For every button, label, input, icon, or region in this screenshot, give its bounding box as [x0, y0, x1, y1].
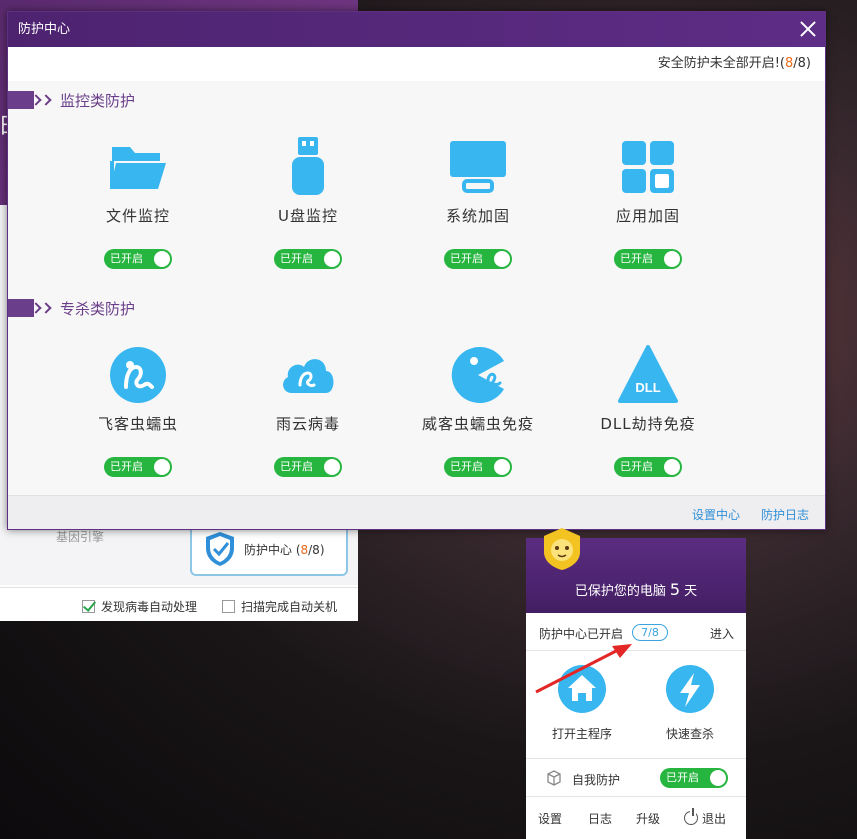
lightning-icon	[666, 665, 714, 713]
mini-bottom-bar: 设置 日志 升级 退出	[526, 797, 746, 837]
dialog-footer: 设置中心 防护日志	[8, 495, 825, 529]
toggle-label: 已开启	[110, 460, 143, 473]
protection-card-system-hardening: 系统加固 已开启	[398, 121, 558, 281]
auto-handle-checkbox[interactable]	[82, 600, 95, 613]
protection-toggle[interactable]: 已开启	[104, 457, 172, 477]
protection-center-card[interactable]: 防护中心 (8/8)	[190, 522, 348, 576]
protected-days-count: 5	[669, 580, 681, 599]
monitor-icon	[450, 141, 506, 193]
protection-center-dialog: 防护中心 安全防护未全部开启!(8/8) 监控类防护 文件监控 已开启 U盘监控…	[7, 11, 826, 530]
cloud-virus-icon	[283, 359, 334, 393]
engine-label: 基因引擎	[56, 530, 105, 544]
protection-card-label: 雨云病毒	[275, 415, 340, 433]
protection-status-text: 安全防护未全部开启!(	[657, 56, 785, 71]
close-icon[interactable]	[799, 20, 817, 38]
section-special-kill: 专杀类防护 飞客虫蠕虫 已开启 雨云病毒 已开启 威客虫蠕虫免疫 已开启 DLL…	[8, 289, 825, 497]
power-icon	[684, 808, 698, 825]
toggle-label: 已开启	[450, 252, 483, 265]
protected-days: 已保护您的电脑 5 天	[526, 580, 746, 599]
protection-card-label: U盘监控	[278, 207, 338, 225]
auto-handle-option[interactable]: 发现病毒自动处理	[82, 598, 197, 615]
settings-button[interactable]: 设置	[538, 810, 562, 827]
protection-card-label: 飞客虫蠕虫	[97, 415, 178, 433]
auto-shutdown-checkbox[interactable]	[222, 600, 235, 613]
enter-link[interactable]: 进入	[710, 625, 734, 642]
toggle-label: 已开启	[620, 460, 653, 473]
protection-status-total: /8)	[793, 56, 811, 71]
red-arrow-annotation	[535, 644, 632, 694]
section-title: 监控类防护	[60, 91, 136, 110]
protection-center-card-label: 防护中心 (	[244, 542, 301, 557]
exit-button[interactable]: 退出	[684, 808, 727, 827]
toggle-label: 已开启	[450, 460, 483, 473]
self-protection-row: 自我防护 已开启	[526, 759, 746, 797]
protection-card-label: 应用加固	[615, 207, 680, 225]
pacman-worm-icon	[451, 347, 504, 403]
cube-icon	[547, 770, 561, 786]
usb-drive-icon	[292, 137, 324, 195]
toggle-label: 已开启	[280, 252, 313, 265]
background-footer: 发现病毒自动处理 扫描完成自动关机	[0, 587, 358, 621]
worm-icon	[110, 347, 166, 403]
open-main-program-label: 打开主程序	[551, 727, 612, 741]
dialog-title-bar: 防护中心	[8, 12, 825, 47]
protection-toggle[interactable]: 已开启	[614, 457, 682, 477]
quick-scan-button[interactable]: 快速查杀	[640, 665, 740, 742]
auto-shutdown-option[interactable]: 扫描完成自动关机	[222, 598, 337, 615]
protection-card-file-monitor: 文件监控 已开启	[58, 121, 218, 281]
mini-header: 已保护您的电脑 5 天	[526, 528, 746, 613]
protected-days-label: 已保护您的电脑	[574, 584, 666, 599]
protection-toggle[interactable]: 已开启	[444, 457, 512, 477]
section-monitoring: 监控类防护 文件监控 已开启 U盘监控 已开启 系统加固 已开启 应用加固 已开…	[8, 81, 825, 289]
shield-check-icon	[206, 532, 234, 566]
toggle-label: 已开启	[110, 252, 143, 265]
double-chevron-icon	[30, 302, 52, 314]
protection-toggle[interactable]: 已开启	[274, 457, 342, 477]
protection-card-label: DLL劫持免疫	[600, 415, 696, 433]
protection-toggle[interactable]: 已开启	[614, 249, 682, 269]
section-header: 专杀类防护	[8, 299, 136, 318]
toggle-label: 已开启	[620, 252, 653, 265]
settings-center-link[interactable]: 设置中心	[692, 506, 740, 523]
section-title: 专杀类防护	[60, 299, 136, 318]
auto-handle-label: 发现病毒自动处理	[101, 600, 198, 614]
protection-card-label: 威客虫蠕虫免疫	[421, 415, 534, 433]
dll-triangle-icon: DLL	[618, 345, 678, 403]
protection-center-card-count: 8	[300, 542, 309, 557]
protection-card-app-hardening: 应用加固 已开启	[568, 121, 728, 281]
toggle-label: 已开启	[280, 460, 313, 473]
folder-icon	[110, 147, 166, 189]
protection-toggle[interactable]: 已开启	[444, 249, 512, 269]
section-header: 监控类防护	[8, 91, 136, 110]
protection-toggle[interactable]: 已开启	[104, 249, 172, 269]
protection-card-cloud-virus: 雨云病毒 已开启	[228, 329, 388, 489]
dialog-title: 防护中心	[18, 22, 71, 37]
auto-shutdown-label: 扫描完成自动关机	[241, 600, 338, 614]
lion-logo-icon	[544, 528, 580, 570]
protection-status: 安全防护未全部开启!(8/8)	[8, 47, 825, 81]
protection-log-link[interactable]: 防护日志	[761, 506, 809, 523]
self-protection-label: 自我防护	[572, 773, 621, 787]
protection-toggle[interactable]: 已开启	[274, 249, 342, 269]
double-chevron-icon	[30, 94, 52, 106]
self-protection-toggle[interactable]: 已开启	[660, 768, 728, 788]
protection-card-worm-immunity: 威客虫蠕虫免疫 已开启	[398, 329, 558, 489]
quick-scan-label: 快速查杀	[665, 727, 714, 741]
protection-count-badge: 7/8	[632, 624, 668, 641]
toggle-label: 已开启	[666, 771, 699, 784]
protection-card-label: 系统加固	[445, 207, 510, 225]
protection-card-dll-immunity: DLL DLL劫持免疫 已开启	[568, 329, 728, 489]
svg-text:DLL: DLL	[635, 380, 660, 395]
upgrade-button[interactable]: 升级	[636, 810, 660, 827]
protection-card-label: 文件监控	[105, 207, 170, 225]
protection-card-usb-monitor: U盘监控 已开启	[228, 121, 388, 281]
protection-center-card-total: /8)	[308, 542, 325, 557]
log-button[interactable]: 日志	[588, 810, 612, 827]
protection-card-conficker: 飞客虫蠕虫 已开启	[58, 329, 218, 489]
apps-grid-icon	[622, 141, 674, 193]
protected-days-unit: 天	[684, 584, 698, 599]
exit-label: 退出	[702, 812, 727, 826]
